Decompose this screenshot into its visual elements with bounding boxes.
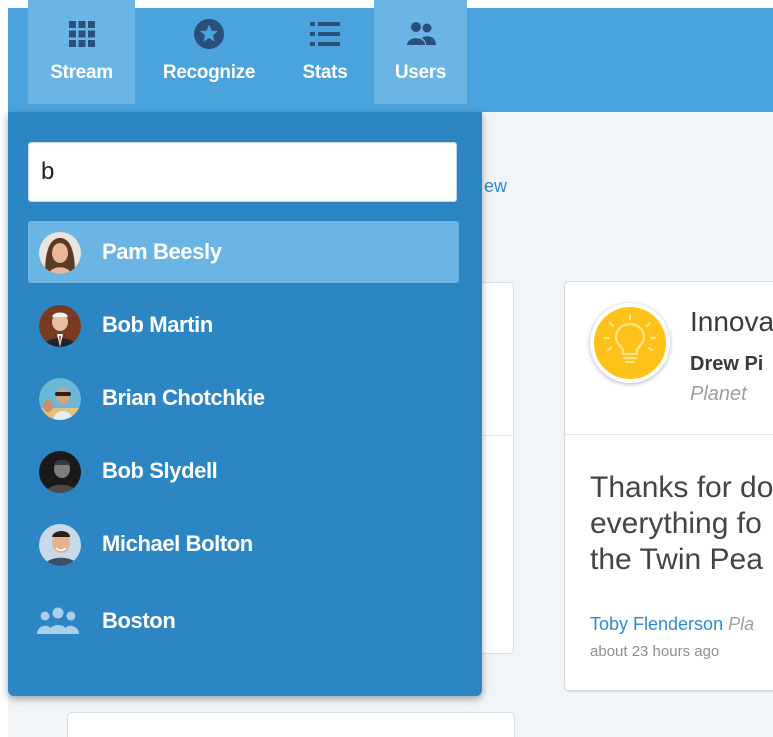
list-icon [310,22,340,46]
card-author[interactable]: Toby Flenderson [590,614,723,634]
card-recipient[interactable]: Drew Pi [690,353,763,376]
nav-recognize-label: Recognize [162,62,256,83]
card-title: Innova [690,306,773,337]
nav-stats-label: Stats [302,62,348,83]
result-label: Boston [102,608,176,633]
avatar [39,232,81,274]
search-result-brian-chotchkie[interactable]: Brian Chotchkie [28,367,459,429]
nav-users[interactable]: Users [374,0,467,104]
avatar [39,524,81,566]
grid-icon [68,21,95,47]
avatar [39,305,81,347]
search-result-bob-slydell[interactable]: Bob Slydell [28,440,459,502]
card-divider [565,434,773,435]
star-badge-icon [194,19,224,49]
nav-users-label: Users [394,62,447,83]
recognition-card-next [67,712,515,737]
nav-stream[interactable]: Stream [28,0,135,104]
avatar [39,451,81,493]
card-author-line: Toby Flenderson Pla [590,614,754,635]
search-result-michael-bolton[interactable]: Michael Bolton [28,513,459,575]
result-label: Michael Bolton [102,531,253,556]
new-link[interactable]: ew [484,176,507,197]
search-result-bob-martin[interactable]: Bob Martin [28,294,459,356]
avatar [39,378,81,420]
result-label: Pam Beesly [102,239,222,264]
search-result-boston[interactable]: Boston [28,590,459,652]
nav-recognize[interactable]: Recognize [148,0,270,104]
card-author-team: Pla [728,614,755,634]
result-label: Bob Slydell [102,458,218,483]
lightbulb-icon [590,303,670,383]
card-timestamp: about 23 hours ago [590,643,720,660]
result-label: Brian Chotchkie [102,385,265,410]
card-team: Planet [690,383,747,405]
nav-stream-label: Stream [50,62,113,83]
result-label: Bob Martin [102,312,213,337]
user-search-input[interactable] [28,142,457,202]
search-result-pam-beesly[interactable]: Pam Beesly [28,221,459,283]
nav-stats[interactable]: Stats [290,0,360,104]
users-icon [406,22,436,45]
group-icon [36,606,80,636]
card-message: Thanks for do everything fo the Twin Pea [590,471,773,576]
